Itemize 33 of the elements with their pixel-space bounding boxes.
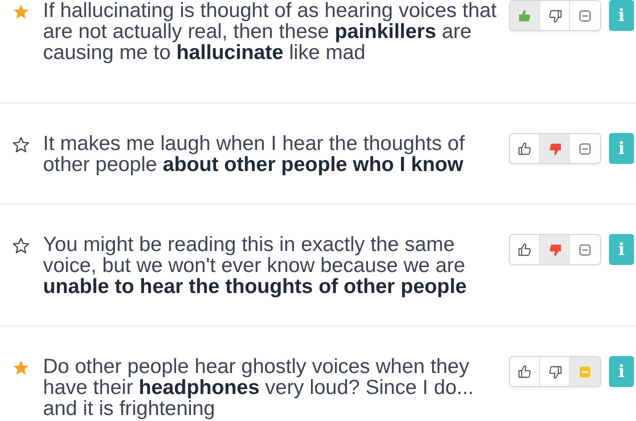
thumbs-up-icon <box>516 364 532 380</box>
thumbs-up-button[interactable] <box>510 357 540 386</box>
thumbs-down-icon <box>546 8 562 24</box>
minus-square-icon <box>577 364 593 380</box>
neutral-button[interactable] <box>570 235 600 264</box>
comment-text: You might be reading this in exactly the same voice, but we won't ever know because we are unable to hear the thoughts of other people <box>43 234 468 297</box>
thumbs-up-button[interactable] <box>510 235 540 264</box>
comment-text: Do other people hear ghostly voices when they have their headphones very loud? Since I do... and it is frightening <box>43 356 475 419</box>
neutral-button[interactable] <box>570 1 600 30</box>
star-icon[interactable] <box>12 237 30 255</box>
star-icon[interactable] <box>12 3 30 21</box>
comment-text: It makes me laugh when I hear the thoughts of other people about other people who I know <box>43 133 466 175</box>
info-button[interactable]: i <box>609 133 634 164</box>
info-button[interactable]: i <box>609 356 634 387</box>
thumbs-down-icon <box>546 364 562 380</box>
star-icon[interactable] <box>12 136 30 154</box>
info-button[interactable]: i <box>609 0 634 31</box>
neutral-button[interactable] <box>570 134 600 163</box>
minus-square-icon <box>577 140 593 156</box>
thumbs-up-button[interactable] <box>510 1 540 30</box>
thumbs-up-icon <box>516 8 532 24</box>
thumbs-down-button[interactable] <box>540 357 570 386</box>
thumbs-up-icon <box>516 242 532 258</box>
comment-text: If hallucinating is thought of as hearing voices that are not actually real, then these painkillers are causing me to hallucinate like mad <box>43 0 498 63</box>
thumbs-up-icon <box>516 140 532 156</box>
info-button[interactable]: i <box>609 234 634 265</box>
thumbs-down-button[interactable] <box>540 235 570 264</box>
minus-square-icon <box>577 242 593 258</box>
thumbs-up-button[interactable] <box>510 134 540 163</box>
thumbs-down-button[interactable] <box>540 134 570 163</box>
star-icon[interactable] <box>12 359 30 377</box>
minus-square-icon <box>577 8 593 24</box>
thumbs-down-button[interactable] <box>540 1 570 30</box>
